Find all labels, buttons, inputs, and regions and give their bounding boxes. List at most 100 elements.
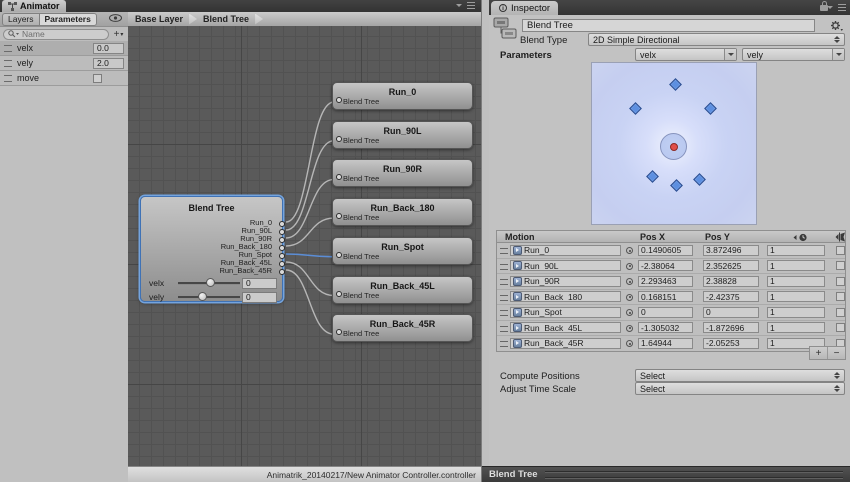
object-picker-icon[interactable] <box>626 263 633 270</box>
motion-row-Run_Spot[interactable]: Run_Spot001 <box>497 305 845 321</box>
slider-track[interactable] <box>178 282 240 285</box>
speed-field[interactable]: 1 <box>767 245 825 256</box>
output-connector-icon[interactable] <box>279 237 285 243</box>
compute-positions-dropdown[interactable]: Select <box>635 369 845 382</box>
motion-node-Run_Back_45L[interactable]: Run_Back_45LBlend Tree <box>332 276 473 304</box>
blend-type-dropdown[interactable]: 2D Simple Directional <box>588 33 845 46</box>
motion-row-Run_0[interactable]: Run_0 0.1490605 3.872496 1 <box>497 243 845 259</box>
object-picker-icon[interactable] <box>626 309 633 316</box>
slider-thumb[interactable] <box>206 278 215 287</box>
breadcrumb-base-layer[interactable]: Base Layer <box>132 14 186 24</box>
motion-node-Run_90L[interactable]: Run_90LBlend Tree <box>332 121 473 149</box>
mirror-checkbox[interactable] <box>836 246 845 255</box>
pos-x-field[interactable]: 0 <box>638 307 693 318</box>
preview-bar[interactable]: Blend Tree <box>482 466 850 482</box>
pos-y-field[interactable]: -2.42375 <box>703 291 759 302</box>
motion-field[interactable]: Run_0 <box>510 245 621 256</box>
motion-field[interactable]: Run_Back_45L <box>510 322 621 333</box>
motion-field[interactable]: Run_90L <box>510 260 621 271</box>
pos-x-field[interactable]: 2.293463 <box>638 276 693 287</box>
motion-field[interactable]: Run_Back_180 <box>510 291 621 302</box>
wire-Run_Spot[interactable] <box>286 254 334 257</box>
blend-tree-name-field[interactable] <box>522 19 815 32</box>
mirror-checkbox[interactable] <box>836 292 845 301</box>
parameter-checkbox[interactable] <box>93 74 102 83</box>
speed-field[interactable]: 1 <box>767 322 825 333</box>
pos-y-field[interactable]: 3.872496 <box>703 245 759 256</box>
wire-Run_Back_180[interactable] <box>286 218 334 246</box>
current-sample-dot[interactable] <box>670 143 678 151</box>
graph-pane-menu-icon[interactable] <box>456 2 475 9</box>
motion-field[interactable]: Run_90R <box>510 276 621 287</box>
mirror-checkbox[interactable] <box>836 261 845 270</box>
slider-value-field[interactable]: 0 <box>242 278 277 289</box>
output-connector-icon[interactable] <box>279 245 285 251</box>
motion-node-Run_Back_45R[interactable]: Run_Back_45RBlend Tree <box>332 314 473 342</box>
motion-point-Run_Back_45R[interactable] <box>694 173 707 186</box>
adjust-time-scale-dropdown[interactable]: Select <box>635 382 845 395</box>
node-graph-canvas[interactable]: Blend Tree Run_0Run_90LRun_90RRun_Back_1… <box>128 26 481 466</box>
preview-drag-grip[interactable] <box>545 471 843 478</box>
speed-field[interactable]: 1 <box>767 276 825 287</box>
slider-thumb[interactable] <box>198 292 207 301</box>
motion-row-Run_Back_180[interactable]: Run_Back_1800.168151-2.423751 <box>497 290 845 306</box>
motion-node-Run_Spot[interactable]: Run_SpotBlend Tree <box>332 237 473 265</box>
pos-y-field[interactable]: 2.352625 <box>703 260 759 271</box>
blend-space-diagram[interactable] <box>591 62 757 225</box>
breadcrumb-blend-tree[interactable]: Blend Tree <box>200 14 252 24</box>
input-connector-icon[interactable] <box>336 174 342 180</box>
object-picker-icon[interactable] <box>626 247 633 254</box>
blend-tree-node[interactable]: Blend Tree Run_0Run_90LRun_90RRun_Back_1… <box>140 196 283 302</box>
input-connector-icon[interactable] <box>336 136 342 142</box>
panel-divider[interactable] <box>481 0 489 482</box>
pos-x-field[interactable]: -2.38064 <box>638 260 693 271</box>
parameters-button[interactable]: Parameters <box>39 13 97 26</box>
motion-node-Run_90R[interactable]: Run_90RBlend Tree <box>332 159 473 187</box>
output-connector-icon[interactable] <box>279 269 285 275</box>
pos-x-field[interactable]: 0.1490605 <box>638 245 693 256</box>
slider-value-field[interactable]: 0 <box>242 292 277 303</box>
inspector-pane-menu-icon[interactable] <box>827 4 846 11</box>
mirror-checkbox[interactable] <box>836 323 845 332</box>
motion-point-Run_Back_45L[interactable] <box>646 170 659 183</box>
parameter-value-field[interactable]: 0.0 <box>93 43 124 54</box>
motion-node-Run_Back_180[interactable]: Run_Back_180Blend Tree <box>332 198 473 226</box>
input-connector-icon[interactable] <box>336 291 342 297</box>
slider-track[interactable] <box>178 296 240 299</box>
input-connector-icon[interactable] <box>336 329 342 335</box>
parameter-row-move[interactable]: move <box>0 71 128 86</box>
parameter-row-velx[interactable]: velx0.0 <box>0 41 128 56</box>
object-picker-icon[interactable] <box>626 325 633 332</box>
motion-point-Run_0[interactable] <box>670 78 683 91</box>
parameter-x-dropdown[interactable]: velx <box>635 48 737 61</box>
input-connector-icon[interactable] <box>336 252 342 258</box>
pos-y-field[interactable]: 2.38828 <box>703 276 759 287</box>
remove-motion-button[interactable]: − <box>828 347 845 359</box>
motion-field[interactable]: Run_Spot <box>510 307 621 318</box>
motion-row-Run_90R[interactable]: Run_90R 2.293463 2.38828 1 <box>497 274 845 290</box>
speed-field[interactable]: 1 <box>767 307 825 318</box>
input-connector-icon[interactable] <box>336 213 342 219</box>
speed-field[interactable]: 1 <box>767 260 825 271</box>
wire-Run_Back_45L[interactable] <box>286 262 334 296</box>
add-parameter-button[interactable]: +▾ <box>112 29 125 40</box>
visibility-eye-icon[interactable] <box>109 14 122 24</box>
motion-node-Run_0[interactable]: Run_0Blend Tree <box>332 82 473 110</box>
mirror-checkbox[interactable] <box>836 308 845 317</box>
output-connector-icon[interactable] <box>279 261 285 267</box>
pos-y-field[interactable]: -1.872696 <box>703 322 759 333</box>
output-connector-icon[interactable] <box>279 229 285 235</box>
pos-y-field[interactable]: 0 <box>703 307 759 318</box>
tab-animator[interactable]: Animator <box>2 0 66 12</box>
search-input[interactable]: Name <box>3 29 109 40</box>
layers-button[interactable]: Layers <box>2 13 39 26</box>
mirror-checkbox[interactable] <box>836 277 845 286</box>
output-connector-icon[interactable] <box>279 253 285 259</box>
speed-field[interactable]: 1 <box>767 291 825 302</box>
motion-point-Run_Back_180[interactable] <box>670 179 683 192</box>
parameter-row-vely[interactable]: vely2.0 <box>0 56 128 71</box>
tab-inspector[interactable]: i Inspector <box>491 1 558 15</box>
motion-row-Run_90L[interactable]: Run_90L -2.38064 2.352625 1 <box>497 259 845 275</box>
motion-point-Run_90L[interactable] <box>629 102 642 115</box>
object-picker-icon[interactable] <box>626 278 633 285</box>
